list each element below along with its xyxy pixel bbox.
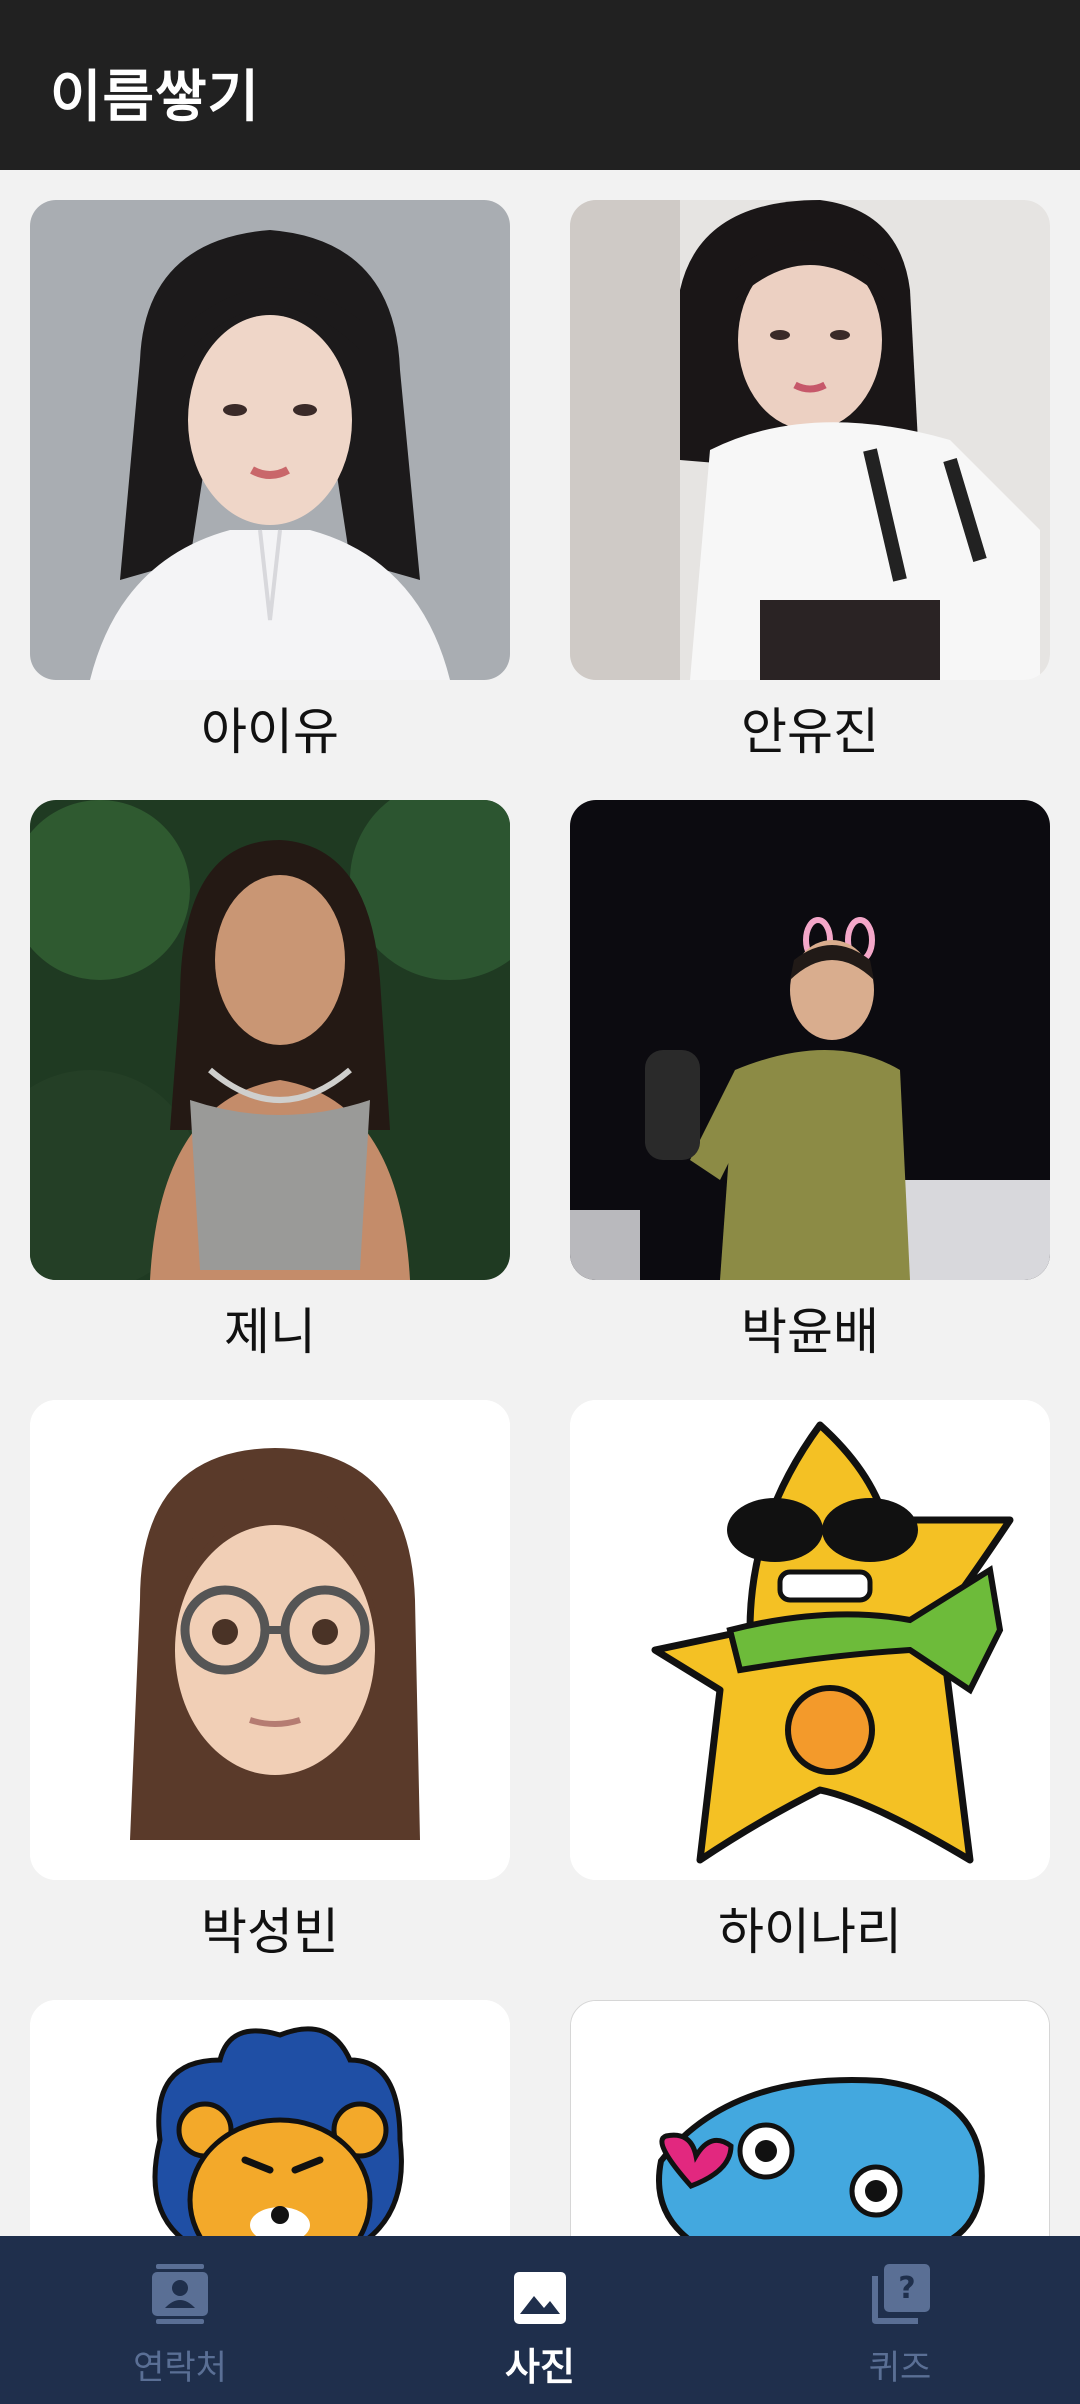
nav-label: 연락처 (133, 2348, 227, 2388)
contact-card[interactable]: 박성빈 (30, 1400, 510, 1962)
photo-grid[interactable]: 아이유 안유진 제니 박윤배 박성빈 하이나리 (0, 170, 1080, 2236)
lion-mascot-illustration (30, 2000, 510, 2236)
memoji-avatar (30, 1400, 510, 1880)
contact-name: 박성빈 (201, 1903, 339, 1961)
contact-name: 하이나리 (718, 1903, 902, 1961)
contact-photo[interactable] (30, 200, 510, 680)
portrait-photo-1 (30, 200, 510, 680)
contact-card[interactable]: 하이나리 (570, 1400, 1050, 1962)
contact-card[interactable] (30, 2000, 510, 2236)
contact-card[interactable]: 박윤배 (570, 800, 1050, 1362)
contact-card-icon (152, 2264, 208, 2324)
fish-mascot-illustration (571, 2001, 1049, 2236)
portrait-photo-3 (30, 800, 510, 1280)
nav-label: 사진 (505, 2345, 575, 2389)
contact-card[interactable] (570, 2000, 1050, 2236)
contact-card[interactable]: 제니 (30, 800, 510, 1362)
nav-tab-quiz[interactable]: ? 퀴즈 (720, 2236, 1080, 2404)
quiz-icon: ? (872, 2264, 930, 2324)
portrait-photo-2 (570, 200, 1050, 680)
contact-name: 아이유 (201, 703, 339, 761)
contact-photo[interactable] (570, 800, 1050, 1280)
contact-photo[interactable] (30, 800, 510, 1280)
contact-photo[interactable] (570, 1400, 1050, 1880)
contact-name: 제니 (224, 1303, 316, 1361)
nav-tab-photos[interactable]: 사진 (360, 2236, 720, 2404)
image-icon (514, 2272, 566, 2324)
bottom-navigation: 연락처 사진 ? 퀴즈 (0, 2236, 1080, 2404)
svg-text:?: ? (898, 2271, 915, 2306)
contact-photo[interactable] (570, 2000, 1050, 2236)
contact-card[interactable]: 아이유 (30, 200, 510, 762)
contact-photo[interactable] (570, 200, 1050, 680)
contact-photo[interactable] (30, 2000, 510, 2236)
portrait-photo-4 (570, 800, 1050, 1280)
nav-tab-contacts[interactable]: 연락처 (0, 2236, 360, 2404)
nav-label: 퀴즈 (868, 2348, 932, 2388)
star-mascot-illustration (570, 1400, 1050, 1880)
contact-name: 안유진 (741, 703, 879, 761)
contact-name: 박윤배 (741, 1303, 879, 1361)
app-title: 이름쌓기 (50, 65, 261, 130)
contact-photo[interactable] (30, 1400, 510, 1880)
contact-card[interactable]: 안유진 (570, 200, 1050, 762)
app-bar: 이름쌓기 (0, 0, 1080, 170)
